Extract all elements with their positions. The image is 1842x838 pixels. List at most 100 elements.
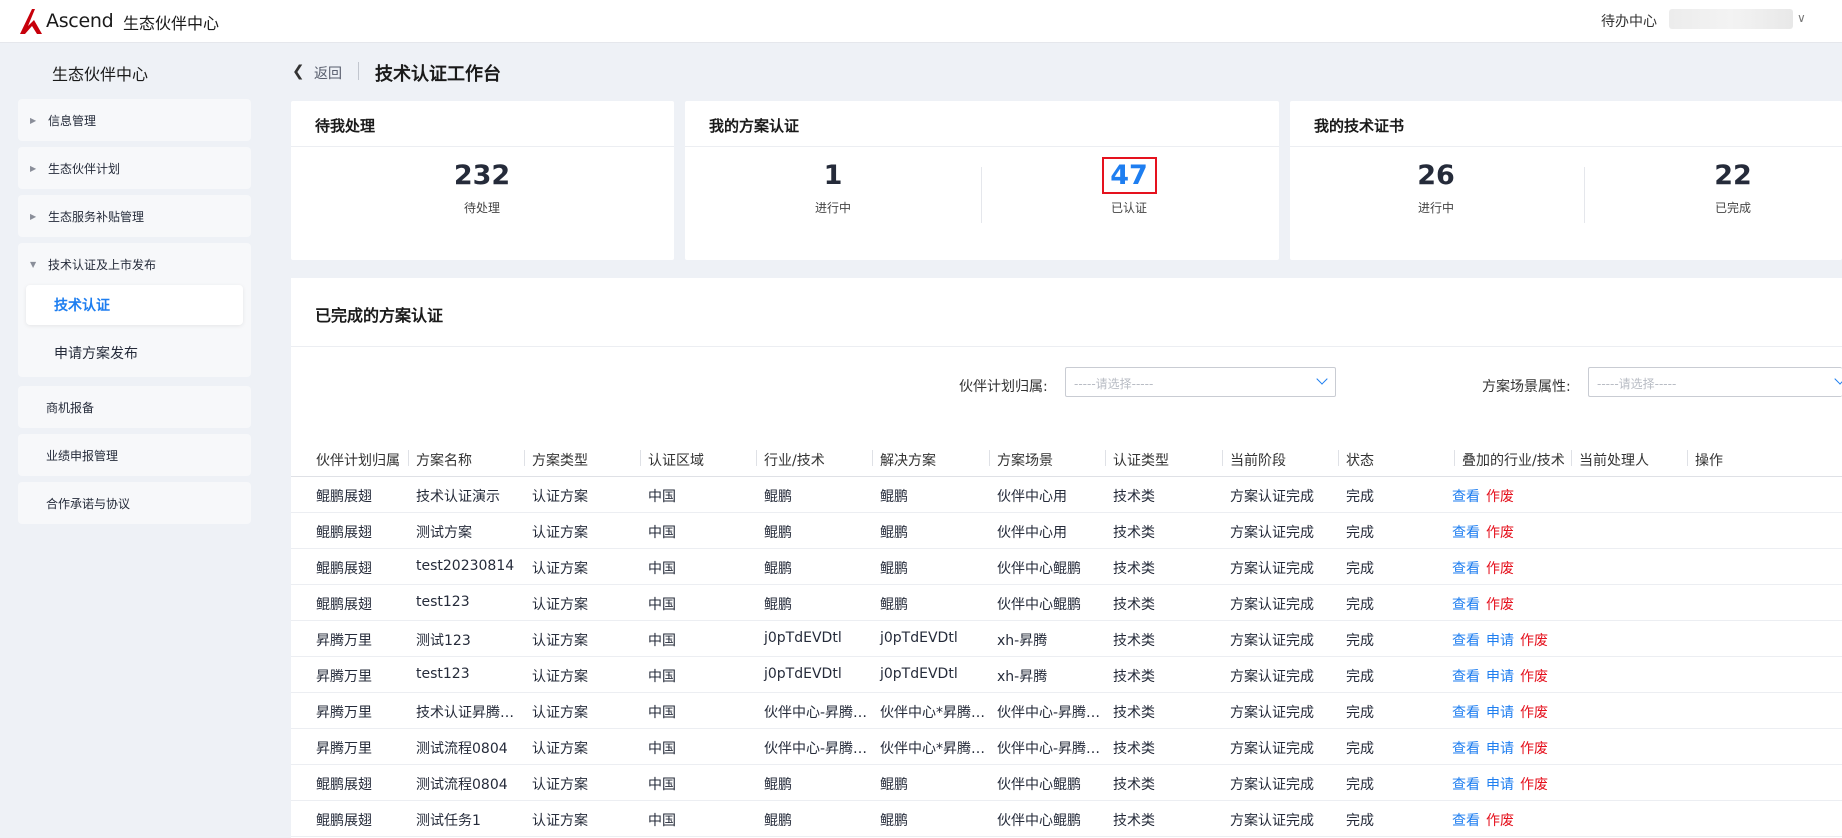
table-row: 昇腾万里 测试123 认证方案 中国 j0pTdEVDtl j0pTdEVDtl xh-昇腾… bbox=[291, 621, 1842, 657]
stat-divider bbox=[1584, 167, 1585, 223]
scenario-attribute-select[interactable]: -----请选择----- bbox=[1588, 367, 1842, 397]
table-cell: 伙伴中心*昇腾… bbox=[880, 741, 985, 757]
table-cell: xh-昇腾 bbox=[997, 633, 1048, 649]
chevron-down-icon[interactable]: ∨ bbox=[1797, 11, 1806, 25]
table-cell: 伙伴中心鲲鹏 bbox=[997, 813, 1081, 829]
view-link[interactable]: 查看 bbox=[1452, 810, 1480, 830]
void-link[interactable]: 作废 bbox=[1520, 738, 1548, 758]
table-cell: j0pTdEVDtl bbox=[880, 666, 958, 682]
apply-link[interactable]: 申请 bbox=[1486, 702, 1514, 722]
table-cell: 鲲鹏 bbox=[880, 597, 908, 613]
table-cell: 伙伴中心鲲鹏 bbox=[997, 597, 1081, 613]
view-link[interactable]: 查看 bbox=[1452, 774, 1480, 794]
header-divider bbox=[358, 62, 359, 80]
stat-in-progress[interactable]: 1 进行中 bbox=[733, 159, 933, 216]
table-cell: 测试任务1 bbox=[416, 813, 481, 829]
apply-link[interactable]: 申请 bbox=[1486, 738, 1514, 758]
caret-right-icon: ▶ bbox=[30, 163, 37, 173]
site-name[interactable]: 生态伙伴中心 bbox=[123, 10, 219, 34]
table-cell: 鲲鹏 bbox=[880, 561, 908, 577]
void-link[interactable]: 作废 bbox=[1486, 522, 1514, 542]
partner-plan-select[interactable]: -----请选择----- bbox=[1065, 367, 1336, 397]
table-cell: 完成 bbox=[1346, 705, 1374, 721]
void-link[interactable]: 作废 bbox=[1520, 666, 1548, 686]
void-link[interactable]: 作废 bbox=[1486, 594, 1514, 614]
column-header-scenario: 方案场景 bbox=[989, 450, 1053, 470]
table-cell: 中国 bbox=[648, 669, 676, 685]
table-cell: 中国 bbox=[648, 633, 676, 649]
table-cell: 鲲鹏 bbox=[764, 561, 792, 577]
stat-cert-in-progress[interactable]: 26 进行中 bbox=[1336, 159, 1536, 216]
table-cell: 伙伴中心用 bbox=[997, 525, 1067, 541]
view-link[interactable]: 查看 bbox=[1452, 522, 1480, 542]
sidebar-item-performance[interactable]: 业绩申报管理 bbox=[18, 434, 251, 476]
table-cell: 方案认证完成 bbox=[1230, 561, 1314, 577]
table-cell: 完成 bbox=[1346, 597, 1374, 613]
sidebar-subitem-apply-release[interactable]: 申请方案发布 bbox=[26, 333, 243, 373]
filter-label-scenario: 方案场景属性: bbox=[1482, 379, 1571, 395]
sidebar-item-subsidy-management[interactable]: ▶ 生态服务补贴管理 bbox=[18, 195, 251, 237]
void-link[interactable]: 作废 bbox=[1486, 486, 1514, 506]
table-row: 昇腾万里 测试流程0804 认证方案 中国 伙伴中心-昇腾… 伙伴中心*昇腾… 伙伴中心-昇… bbox=[291, 729, 1842, 765]
back-button[interactable]: 返回 bbox=[314, 63, 342, 83]
sidebar-item-partner-program[interactable]: ▶ 生态伙伴计划 bbox=[18, 147, 251, 189]
table-cell: 方案认证完成 bbox=[1230, 705, 1314, 721]
table-cell: 技术类 bbox=[1113, 489, 1155, 505]
column-header-cert-type: 认证类型 bbox=[1105, 450, 1169, 470]
table-cell: 伙伴中心用 bbox=[997, 489, 1067, 505]
filter-label-partner-plan: 伙伴计划归属: bbox=[959, 379, 1048, 395]
view-link[interactable]: 查看 bbox=[1452, 702, 1480, 722]
table-cell: 方案认证完成 bbox=[1230, 597, 1314, 613]
card-title: 我的技术证书 bbox=[1290, 101, 1842, 147]
caret-right-icon: ▶ bbox=[30, 211, 37, 221]
view-link[interactable]: 查看 bbox=[1452, 486, 1480, 506]
table-cell: 鲲鹏展翅 bbox=[316, 813, 372, 829]
panel-divider bbox=[291, 346, 1842, 347]
sidebar-group-tech-cert: ▼ 技术认证及上市发布 技术认证 申请方案发布 bbox=[18, 243, 251, 377]
sidebar-item-agreements[interactable]: 合作承诺与协议 bbox=[18, 482, 251, 524]
apply-link[interactable]: 申请 bbox=[1486, 774, 1514, 794]
table-cell: 技术类 bbox=[1113, 597, 1155, 613]
sidebar-item-label: 业绩申报管理 bbox=[46, 448, 119, 463]
void-link[interactable]: 作废 bbox=[1520, 702, 1548, 722]
table-cell: 中国 bbox=[648, 741, 676, 757]
stat-cert-completed[interactable]: 22 已完成 bbox=[1633, 159, 1833, 216]
view-link[interactable]: 查看 bbox=[1452, 594, 1480, 614]
void-link[interactable]: 作废 bbox=[1520, 774, 1548, 794]
void-link[interactable]: 作废 bbox=[1486, 558, 1514, 578]
table-cell: 鲲鹏 bbox=[880, 489, 908, 505]
table-cell: 中国 bbox=[648, 813, 676, 829]
sidebar-item-info-management[interactable]: ▶ 信息管理 bbox=[18, 99, 251, 141]
apply-link[interactable]: 申请 bbox=[1486, 630, 1514, 650]
stat-value: 232 bbox=[453, 160, 511, 191]
table-cell: 方案认证完成 bbox=[1230, 489, 1314, 505]
view-link[interactable]: 查看 bbox=[1452, 558, 1480, 578]
sidebar-subitem-tech-cert[interactable]: 技术认证 bbox=[26, 285, 243, 325]
void-link[interactable]: 作废 bbox=[1520, 630, 1548, 650]
sidebar-item-label: 生态服务补贴管理 bbox=[48, 209, 145, 224]
table-cell: 完成 bbox=[1346, 489, 1374, 505]
table-row: 鲲鹏展翅 测试方案 认证方案 中国 鲲鹏 鲲鹏 伙伴中心用 技术类 方案认证完成 完成 查看 作废 bbox=[291, 513, 1842, 549]
view-link[interactable]: 查看 bbox=[1452, 630, 1480, 650]
stat-value: 1 bbox=[823, 160, 843, 191]
view-link[interactable]: 查看 bbox=[1452, 738, 1480, 758]
apply-link[interactable]: 申请 bbox=[1486, 666, 1514, 686]
void-link[interactable]: 作废 bbox=[1486, 810, 1514, 830]
table-cell: 中国 bbox=[648, 777, 676, 793]
table-cell: 认证方案 bbox=[532, 633, 588, 649]
panel-title: 已完成的方案认证 bbox=[315, 306, 444, 325]
highlight-box bbox=[1102, 157, 1157, 194]
stat-pending[interactable]: 232 待处理 bbox=[382, 159, 582, 216]
todo-center-link[interactable]: 待办中心 bbox=[1601, 11, 1657, 31]
table-cell: test20230814 bbox=[416, 558, 515, 574]
table-cell: 完成 bbox=[1346, 777, 1374, 793]
column-header-industry-tech: 行业/技术 bbox=[756, 450, 825, 470]
ascend-logo[interactable]: Ascend bbox=[18, 5, 114, 37]
sidebar-item-opportunity[interactable]: 商机报备 bbox=[18, 386, 251, 428]
view-link[interactable]: 查看 bbox=[1452, 666, 1480, 686]
table-cell: 昇腾万里 bbox=[316, 633, 372, 649]
sidebar-item-tech-cert-release[interactable]: ▼ 技术认证及上市发布 bbox=[18, 243, 251, 285]
table-cell: 技术类 bbox=[1113, 705, 1155, 721]
user-account-blurred[interactable] bbox=[1669, 9, 1793, 29]
chevron-left-icon[interactable]: ❮ bbox=[292, 62, 305, 80]
